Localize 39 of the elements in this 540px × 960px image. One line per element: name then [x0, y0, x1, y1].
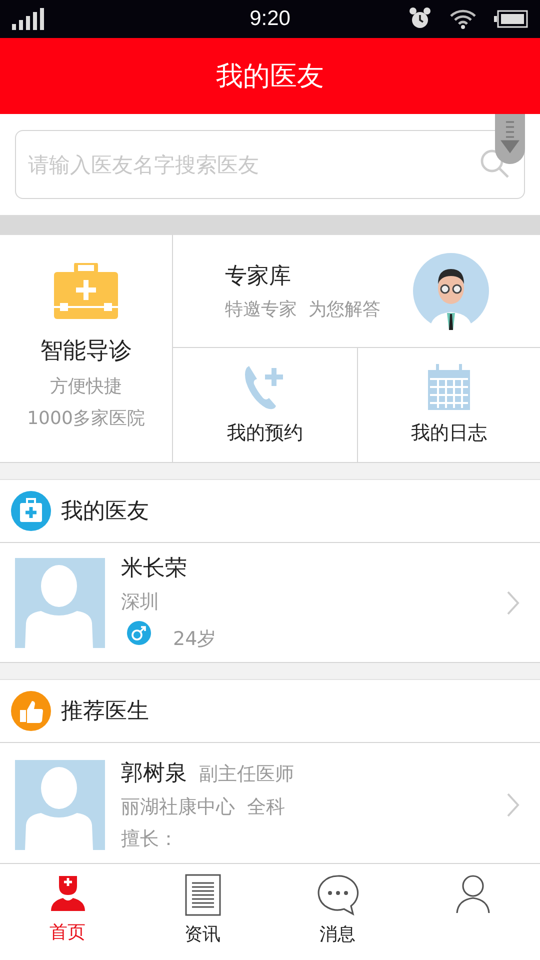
doctor-specialty: 擅长：	[121, 826, 179, 852]
doctor-name[interactable]: 郭树泉	[121, 758, 187, 788]
doctor-department: 全科	[247, 794, 285, 820]
wifi-icon	[450, 9, 476, 29]
chevron-right-icon	[506, 792, 520, 818]
signal-icon	[12, 8, 46, 30]
feature-title[interactable]: 专家库	[225, 261, 380, 291]
pull-down-handle-icon[interactable]	[495, 114, 525, 164]
alarm-clock-icon	[408, 7, 432, 31]
doctor-hospital: 丽湖社康中心	[121, 794, 235, 820]
medical-kit-icon	[54, 263, 118, 319]
search-icon	[479, 148, 511, 180]
shortcut-label[interactable]: 我的日志	[410, 420, 487, 446]
document-icon	[184, 874, 220, 916]
section-title: 我的医友	[61, 498, 149, 526]
friend-name[interactable]: 米长荣	[121, 553, 506, 583]
battery-icon	[494, 10, 528, 28]
doctor-avatar-icon	[412, 252, 490, 330]
friend-age: 24岁	[173, 627, 216, 652]
feature-caption: 特邀专家 为您解答	[225, 298, 380, 321]
feature-caption: 方便快捷	[50, 375, 122, 398]
feature-title[interactable]: 智能导诊	[40, 335, 132, 366]
feature-caption: 1000多家医院	[27, 407, 145, 430]
thumbs-up-icon	[11, 691, 51, 731]
calendar-icon	[428, 364, 470, 410]
chevron-right-icon	[506, 590, 520, 616]
clock-time: 9:20	[250, 7, 290, 31]
shortcut-label[interactable]: 我的预约	[226, 420, 303, 446]
tab-bar-item[interactable]: 首页	[0, 864, 135, 960]
friend-city: 深圳	[121, 590, 160, 615]
tab-bar-item[interactable]: 消息	[270, 864, 405, 960]
male-icon	[127, 621, 151, 645]
person-icon	[454, 874, 490, 914]
tab-bar-item[interactable]: 资讯	[135, 864, 270, 960]
page-title: 我的医友	[216, 60, 324, 94]
medical-kit-icon	[11, 491, 51, 531]
section-title: 推荐医生	[61, 698, 149, 726]
doctor-rank: 副主任医师	[199, 762, 294, 786]
chat-bubble-icon	[316, 874, 358, 916]
